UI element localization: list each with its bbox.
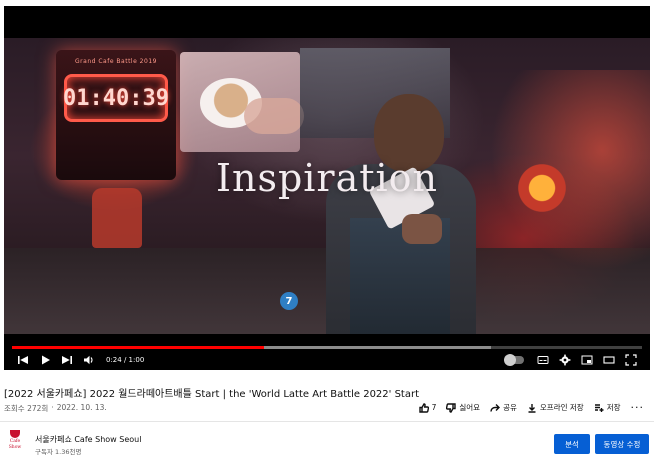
video-meta: 조회수 272회 · 2022. 10. 13. <box>4 403 107 414</box>
more-actions-button[interactable]: ··· <box>631 401 645 414</box>
channel-name[interactable]: 서울카페쇼 Cafe Show Seoul <box>35 434 141 445</box>
analytics-button[interactable]: 분석 <box>554 434 590 454</box>
share-button[interactable]: 공유 <box>490 402 517 413</box>
upload-date: 2022. 10. 13. <box>56 403 107 412</box>
like-button[interactable]: 7 <box>418 402 437 413</box>
meta-dot: · <box>51 403 54 412</box>
scene-hand <box>244 98 304 134</box>
dislike-button[interactable]: 싫어요 <box>446 402 480 413</box>
play-icon[interactable] <box>34 350 56 370</box>
section-divider <box>0 421 654 422</box>
theater-icon[interactable] <box>598 350 620 370</box>
duration: 1:00 <box>128 356 145 364</box>
subscriber-count: 구독자 1.36천명 <box>35 448 82 456</box>
autoplay-toggle[interactable] <box>504 354 524 366</box>
thumbs-up-icon <box>418 402 429 413</box>
video-player[interactable]: Grand Cafe Battle 2019 01:40:39 7 Inspir… <box>4 6 650 370</box>
video-frame[interactable]: Grand Cafe Battle 2019 01:40:39 7 Inspir… <box>4 38 650 334</box>
channel-logo-line1: Cafe <box>9 439 21 444</box>
subtitles-icon[interactable] <box>532 350 554 370</box>
scene-neon-clock: 01:40:39 <box>63 74 169 122</box>
thumbs-down-icon <box>446 402 457 413</box>
progress-bar[interactable] <box>12 346 642 349</box>
skip-next-icon[interactable] <box>56 350 78 370</box>
playlist-add-icon <box>594 403 604 412</box>
scene-number-badge: 7 <box>280 292 298 310</box>
save-label: 저장 <box>606 403 621 412</box>
download-icon <box>528 403 536 413</box>
skip-previous-icon[interactable] <box>12 350 34 370</box>
offline-save-button[interactable]: 오프라인 저장 <box>527 402 584 413</box>
video-title: [2022 서울카페쇼] 2022 월드라떼아트배틀 Start | the '… <box>4 389 420 400</box>
action-bar: 7 싫어요 공유 오프라인 저장 저장 ··· <box>418 401 645 414</box>
like-count: 7 <box>431 403 437 412</box>
current-time: 0:24 <box>106 356 122 364</box>
video-overlay-title: Inspiration <box>215 156 439 200</box>
scene-board-header: Grand Cafe Battle 2019 <box>75 58 157 65</box>
share-icon <box>490 403 501 412</box>
miniplayer-icon[interactable] <box>576 350 598 370</box>
progress-played <box>12 346 264 349</box>
save-button[interactable]: 저장 <box>594 402 621 413</box>
fullscreen-icon[interactable] <box>620 350 642 370</box>
offline-label: 오프라인 저장 <box>539 403 584 412</box>
time-display: 0:24 / 1:00 <box>106 356 144 364</box>
scene-barista-hand <box>402 214 442 244</box>
channel-avatar[interactable]: Cafe Show <box>6 430 24 456</box>
edit-video-button[interactable]: 동영상 수정 <box>595 434 649 454</box>
player-controls: 0:24 / 1:00 <box>12 350 642 370</box>
cafe-cup-icon <box>10 430 20 438</box>
share-label: 공유 <box>503 403 517 412</box>
channel-logo-line2: Show <box>8 445 22 450</box>
view-count: 조회수 272회 <box>4 404 49 413</box>
time-separator: / <box>121 356 129 364</box>
gear-icon[interactable] <box>554 350 576 370</box>
volume-icon[interactable] <box>78 350 100 370</box>
dislike-label: 싫어요 <box>459 403 481 412</box>
